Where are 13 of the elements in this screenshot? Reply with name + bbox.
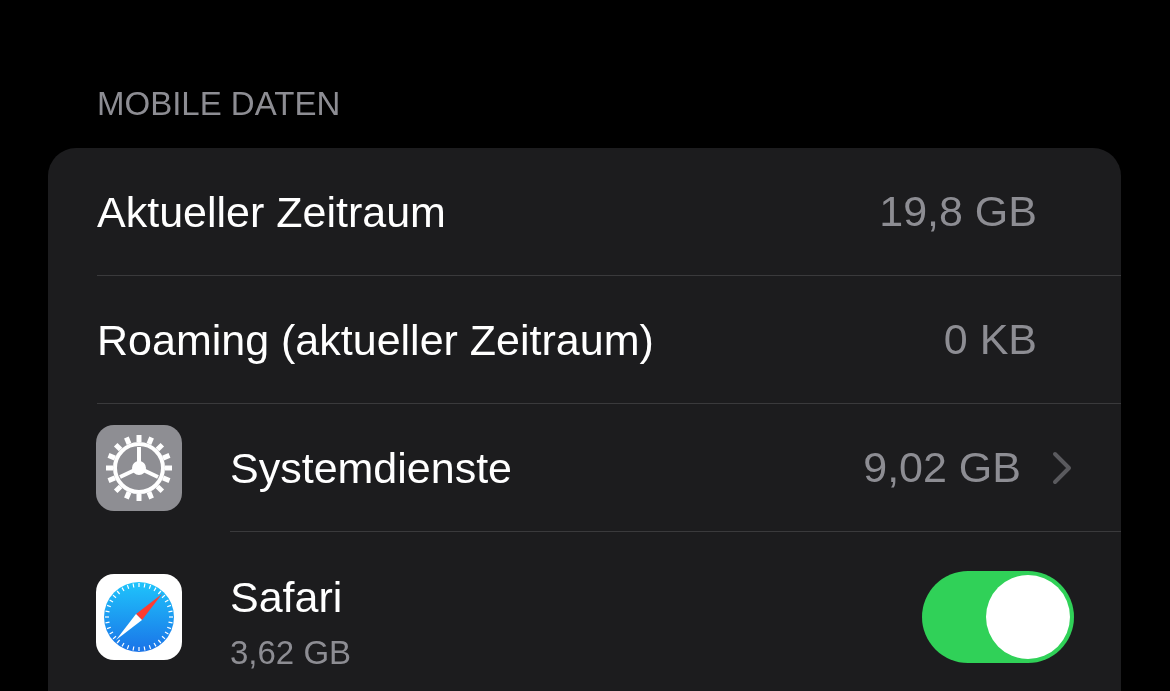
section-header: MOBILE DATEN (96, 84, 342, 124)
row-value: 19,8 GB (879, 187, 1037, 236)
row-value: 9,02 GB (863, 443, 1021, 492)
row-subtitle: 3,62 GB (230, 633, 352, 673)
row-label: Safari (230, 572, 343, 623)
compass-icon (96, 574, 182, 660)
gear-icon (96, 425, 182, 511)
chevron-icon (1051, 450, 1073, 485)
row-label: Roaming (aktueller Zeitraum) (97, 314, 654, 366)
row-label: Systemdienste (230, 442, 513, 494)
row-label: Aktueller Zeitraum (97, 186, 446, 238)
row-value: 0 KB (943, 315, 1037, 364)
settings-row[interactable]: Systemdienste 9,02 GB (48, 404, 1121, 532)
